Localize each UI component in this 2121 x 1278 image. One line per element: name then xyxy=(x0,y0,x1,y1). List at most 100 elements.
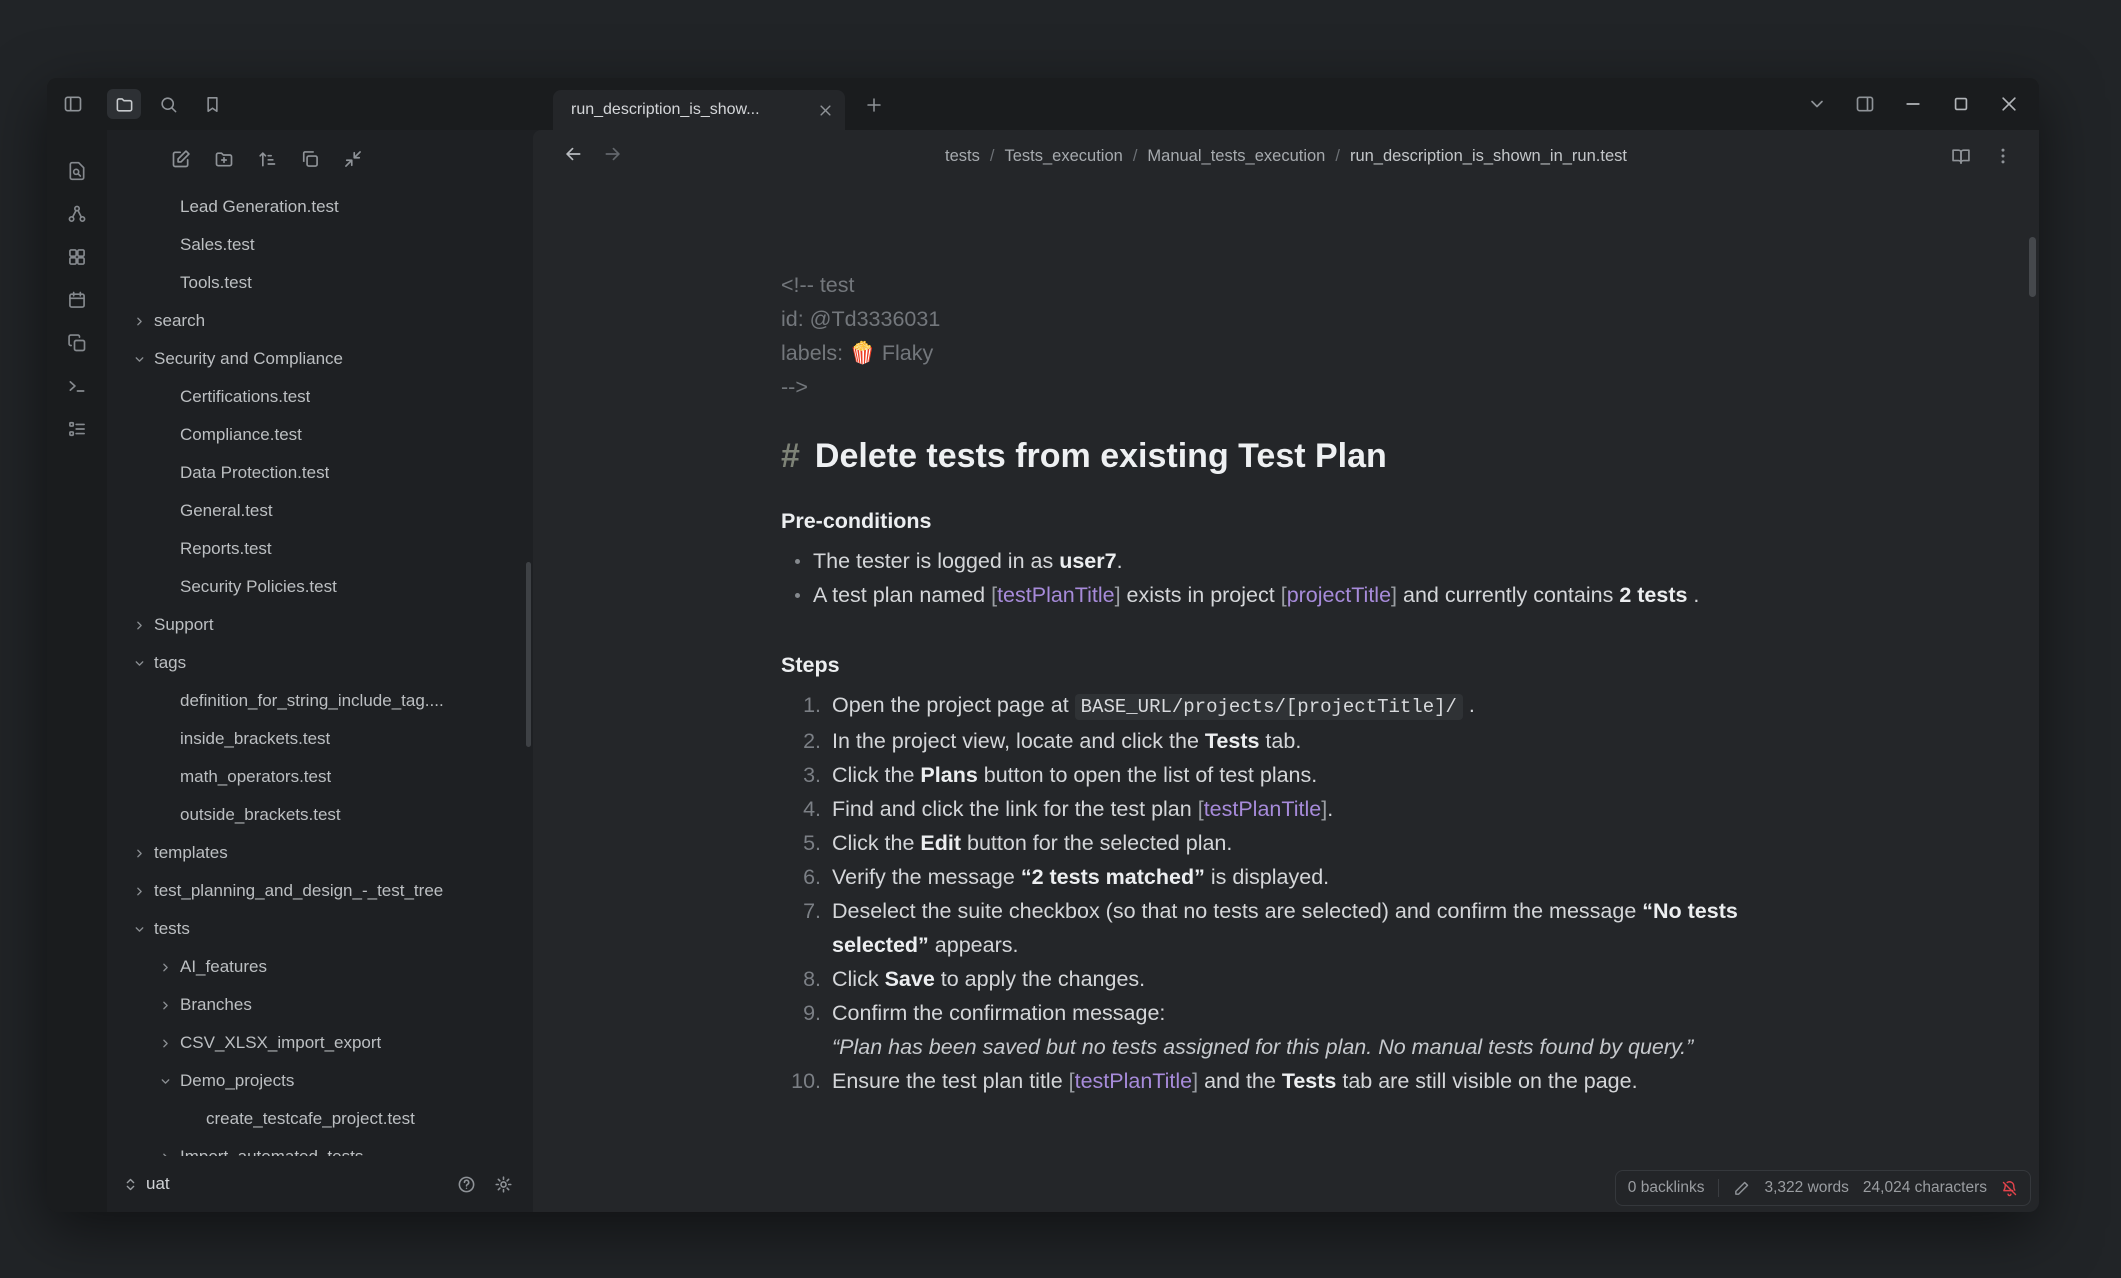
tree-item[interactable]: templates xyxy=(107,834,533,872)
outline-list-icon[interactable] xyxy=(60,414,94,444)
tree-item[interactable]: Security and Compliance xyxy=(107,340,533,378)
breadcrumb-item[interactable]: tests xyxy=(945,147,980,166)
comment-line: id: @Td3336031 xyxy=(781,302,1791,336)
chevron-right-icon[interactable] xyxy=(157,1149,173,1156)
breadcrumb-item[interactable]: Tests_execution xyxy=(1004,147,1122,166)
tree-item[interactable]: General.test xyxy=(107,492,533,530)
step-number: 2. xyxy=(781,724,821,758)
chevron-right-icon[interactable] xyxy=(131,845,147,861)
tree-item-label: Security and Compliance xyxy=(154,349,343,369)
graph-view-icon[interactable] xyxy=(60,199,94,229)
collapse-all-icon[interactable] xyxy=(339,145,367,173)
sync-error-bell-off-icon[interactable] xyxy=(2001,1180,2018,1197)
step-item: 4.Find and click the link for the test p… xyxy=(781,792,1791,826)
change-view-icon[interactable] xyxy=(296,145,324,173)
reading-view-icon[interactable] xyxy=(1951,146,1971,166)
tab-close-icon[interactable] xyxy=(818,103,833,118)
tree-item[interactable]: Lead Generation.test xyxy=(107,188,533,226)
tree-item[interactable]: Certifications.test xyxy=(107,378,533,416)
tree-item[interactable]: tests xyxy=(107,910,533,948)
document-content: <!-- testid: @Td3336031labels: 🍿 Flaky--… xyxy=(781,182,1791,1098)
step-quote: “Plan has been saved but no tests assign… xyxy=(832,1030,1791,1064)
file-search-icon[interactable] xyxy=(60,156,94,186)
tab-list-chevron-icon[interactable] xyxy=(1807,94,1827,114)
left-sidebar-toggle-icon[interactable] xyxy=(63,94,83,114)
chevron-down-icon[interactable] xyxy=(157,1073,173,1089)
tree-item[interactable]: Support xyxy=(107,606,533,644)
left-sidebar: Lead Generation.testSales.testTools.test… xyxy=(107,130,533,1212)
document-tab[interactable]: run_description_is_show... xyxy=(553,90,845,130)
tree-item[interactable]: Import_automated_tests xyxy=(107,1138,533,1156)
tree-item[interactable]: definition_for_string_include_tag.... xyxy=(107,682,533,720)
tree-item[interactable]: Sales.test xyxy=(107,226,533,264)
tree-item[interactable]: Tools.test xyxy=(107,264,533,302)
tree-item[interactable]: Reports.test xyxy=(107,530,533,568)
vault-switcher[interactable]: uat xyxy=(123,1174,170,1194)
bullet-dot xyxy=(795,559,800,564)
right-sidebar-toggle-icon[interactable] xyxy=(1855,94,1875,114)
tree-item[interactable]: inside_brackets.test xyxy=(107,720,533,758)
tree-item[interactable]: Data Protection.test xyxy=(107,454,533,492)
chevron-right-icon[interactable] xyxy=(157,997,173,1013)
new-note-icon[interactable] xyxy=(167,145,195,173)
chevron-down-icon[interactable] xyxy=(131,921,147,937)
tree-item[interactable]: Security Policies.test xyxy=(107,568,533,606)
tree-item-label: Demo_projects xyxy=(180,1071,294,1091)
cards-view-icon[interactable] xyxy=(60,242,94,272)
help-icon[interactable] xyxy=(457,1175,476,1194)
chevron-right-icon[interactable] xyxy=(131,883,147,899)
tree-item[interactable]: test_planning_and_design_-_test_tree xyxy=(107,872,533,910)
chevron-right-icon[interactable] xyxy=(157,1035,173,1051)
comment-line: <!-- test xyxy=(781,268,1791,302)
tree-item-label: CSV_XLSX_import_export xyxy=(180,1033,381,1053)
sort-order-icon[interactable] xyxy=(253,145,281,173)
tree-item[interactable]: Compliance.test xyxy=(107,416,533,454)
step-text: Click Save to apply the changes. xyxy=(832,962,1791,996)
chevron-down-icon[interactable] xyxy=(131,655,147,671)
step-item: 7.Deselect the suite checkbox (so that n… xyxy=(781,894,1791,962)
sidebar-scrollbar[interactable] xyxy=(526,562,531,747)
more-options-icon[interactable] xyxy=(1993,146,2013,166)
breadcrumb: tests/Tests_execution/Manual_tests_execu… xyxy=(945,147,1627,166)
editor-scrollbar[interactable] xyxy=(2029,237,2036,297)
search-tab-icon[interactable] xyxy=(151,89,185,119)
tree-item-label: create_testcafe_project.test xyxy=(206,1109,415,1129)
breadcrumb-item[interactable]: Manual_tests_execution xyxy=(1147,147,1325,166)
tree-item[interactable]: Demo_projects xyxy=(107,1062,533,1100)
tree-item[interactable]: outside_brackets.test xyxy=(107,796,533,834)
chevron-down-icon[interactable] xyxy=(131,351,147,367)
character-count: 24,024 characters xyxy=(1863,1179,1987,1197)
tree-item[interactable]: create_testcafe_project.test xyxy=(107,1100,533,1138)
minimize-button[interactable] xyxy=(1903,94,1923,114)
close-window-button[interactable] xyxy=(1999,94,2019,114)
app-window: run_description_is_show... xyxy=(47,78,2039,1212)
tree-item[interactable]: Branches xyxy=(107,986,533,1024)
files-copy-icon[interactable] xyxy=(60,328,94,358)
chevron-right-icon[interactable] xyxy=(131,617,147,633)
tree-item[interactable]: AI_features xyxy=(107,948,533,986)
backlinks-count[interactable]: 0 backlinks xyxy=(1628,1179,1705,1197)
terminal-icon[interactable] xyxy=(60,371,94,401)
tree-item-label: Security Policies.test xyxy=(180,577,337,597)
navigate-forward-icon[interactable] xyxy=(603,144,623,164)
files-tab-icon[interactable] xyxy=(107,89,141,119)
new-folder-icon[interactable] xyxy=(210,145,238,173)
tree-item[interactable]: tags xyxy=(107,644,533,682)
vault-bar: uat xyxy=(107,1156,533,1212)
tree-item-label: Compliance.test xyxy=(180,425,302,445)
settings-gear-icon[interactable] xyxy=(494,1175,513,1194)
tree-item[interactable]: math_operators.test xyxy=(107,758,533,796)
document-scroll-area[interactable]: <!-- testid: @Td3336031labels: 🍿 Flaky--… xyxy=(533,182,2039,1212)
bookmarks-tab-icon[interactable] xyxy=(195,89,229,119)
calendar-icon[interactable] xyxy=(60,285,94,315)
tree-item[interactable]: CSV_XLSX_import_export xyxy=(107,1024,533,1062)
navigate-back-icon[interactable] xyxy=(563,144,583,164)
chevron-right-icon[interactable] xyxy=(131,313,147,329)
comment-line: --> xyxy=(781,370,1791,404)
breadcrumb-item[interactable]: run_description_is_shown_in_run.test xyxy=(1350,147,1627,166)
chevron-right-icon[interactable] xyxy=(157,959,173,975)
maximize-button[interactable] xyxy=(1951,94,1971,114)
edit-mode-pencil-icon[interactable] xyxy=(1733,1180,1750,1197)
new-tab-button[interactable] xyxy=(865,96,883,114)
tree-item[interactable]: search xyxy=(107,302,533,340)
